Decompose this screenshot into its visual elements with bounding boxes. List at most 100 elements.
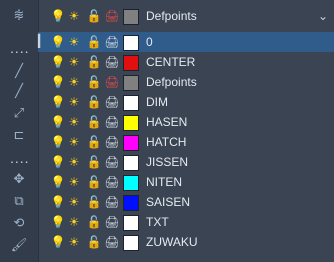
printer-icon[interactable]: 🖨: [104, 114, 120, 130]
color-swatch[interactable]: [123, 215, 139, 231]
sun-icon[interactable]: ☀: [66, 94, 82, 110]
lightbulb-icon[interactable]: 💡: [50, 74, 66, 90]
color-swatch[interactable]: [123, 115, 139, 131]
lock-icon[interactable]: 🔓: [86, 94, 102, 110]
lightbulb-icon[interactable]: 💡: [50, 94, 66, 110]
color-swatch[interactable]: [123, 155, 139, 171]
printer-icon[interactable]: 🖨: [104, 94, 120, 110]
lock-icon[interactable]: 🔓: [86, 134, 102, 150]
printer-icon[interactable]: 🖨: [104, 234, 120, 250]
layer-row[interactable]: 💡 ☀ 🔓 🖨 HASEN: [38, 112, 334, 132]
layer-row[interactable]: 💡 ☀ 🔓 🖨 TXT: [38, 212, 334, 232]
printer-icon[interactable]: 🖨: [104, 54, 120, 70]
lightbulb-icon[interactable]: 💡: [50, 34, 66, 50]
color-swatch[interactable]: [123, 135, 139, 151]
layer-name: HASEN: [146, 115, 188, 129]
printer-icon[interactable]: 🖨: [104, 154, 120, 170]
layer-name: SAISEN: [146, 195, 191, 209]
layer-name: DIM: [146, 95, 168, 109]
lock-icon[interactable]: 🔓: [86, 54, 102, 70]
move-icon[interactable]: ✥: [4, 170, 34, 188]
layer-name: 0: [146, 35, 153, 49]
lightbulb-icon[interactable]: 💡: [50, 114, 66, 130]
layer-row[interactable]: 💡 ☀ 🔓 🖨 ZUWAKU: [38, 232, 334, 252]
paint-icon[interactable]: 🖌: [4, 236, 34, 254]
lock-icon[interactable]: 🔓: [86, 214, 102, 230]
color-swatch[interactable]: [123, 55, 139, 71]
sun-icon[interactable]: ☀: [66, 214, 82, 230]
layer-row[interactable]: 💡 ☀ 🔓 🖨 Defpoints: [38, 72, 334, 92]
no-plot-icon[interactable]: 🖨: [104, 74, 120, 90]
color-swatch[interactable]: [123, 9, 139, 25]
lightbulb-icon[interactable]: 💡: [50, 174, 66, 190]
lock-icon[interactable]: 🔓: [86, 74, 102, 90]
separator: ....: [10, 40, 30, 56]
layer-name: HATCH: [146, 135, 187, 149]
sun-icon[interactable]: ☀: [66, 114, 82, 130]
layer-states-icon[interactable]: ≋: [4, 6, 34, 24]
layer-panel: ⋮ ≋.... ╱ ╱ ⤢ ⊏.... ✥ ⧉ ⟲ 🖌 💡 ☀ 🔓 🖨 Defpoints ⌄ ▎…: [0, 0, 334, 262]
copy-icon[interactable]: ⧉: [4, 192, 34, 210]
layer-dropdown[interactable]: 💡 ☀ 🔓 🖨 Defpoints ⌄: [38, 6, 334, 28]
layer-name: TXT: [146, 215, 169, 229]
lock-icon[interactable]: 🔓: [86, 8, 102, 24]
layer-row[interactable]: 💡 ☀ 🔓 🖨 DIM: [38, 92, 334, 112]
chevron-down-icon[interactable]: ⌄: [318, 9, 328, 23]
printer-icon[interactable]: 🖨: [104, 34, 120, 50]
color-swatch[interactable]: [123, 35, 139, 51]
lock-icon[interactable]: 🔓: [86, 174, 102, 190]
sun-icon[interactable]: ☀: [66, 54, 82, 70]
layer-row[interactable]: ▎ 💡 ☀ 🔓 🖨 0: [38, 32, 334, 52]
lock-icon[interactable]: 🔓: [86, 234, 102, 250]
printer-icon[interactable]: 🖨: [104, 174, 120, 190]
lightbulb-icon[interactable]: 💡: [50, 134, 66, 150]
lightbulb-icon[interactable]: 💡: [50, 154, 66, 170]
lock-icon[interactable]: 🔓: [86, 154, 102, 170]
printer-icon[interactable]: 🖨: [104, 214, 120, 230]
layer-row[interactable]: 💡 ☀ 🔓 🖨 HATCH: [38, 132, 334, 152]
layer-row[interactable]: 💡 ☀ 🔓 🖨 JISSEN: [38, 152, 334, 172]
printer-icon[interactable]: 🖨: [104, 134, 120, 150]
sun-icon[interactable]: ☀: [66, 194, 82, 210]
current-layer-name: Defpoints: [146, 9, 197, 23]
layer-row[interactable]: 💡 ☀ 🔓 🖨 SAISEN: [38, 192, 334, 212]
lightbulb-icon[interactable]: 💡: [50, 234, 66, 250]
layer-name: NITEN: [146, 175, 182, 189]
sun-icon[interactable]: ☀: [66, 134, 82, 150]
layer-row[interactable]: 💡 ☀ 🔓 🖨 CENTER: [38, 52, 334, 72]
layer-name: ZUWAKU: [146, 235, 198, 249]
lightbulb-icon[interactable]: 💡: [50, 194, 66, 210]
lock-icon[interactable]: 🔓: [86, 34, 102, 50]
color-swatch[interactable]: [123, 235, 139, 251]
line-icon[interactable]: ╱: [4, 62, 34, 80]
separator2: ....: [10, 150, 30, 166]
sun-icon[interactable]: ☀: [66, 8, 82, 24]
tool-sidebar: ⋮ ≋.... ╱ ╱ ⤢ ⊏.... ✥ ⧉ ⟲ 🖌: [0, 0, 39, 262]
printer-icon[interactable]: 🖨: [104, 194, 120, 210]
offset-icon[interactable]: ⟲: [4, 214, 34, 232]
line2-icon[interactable]: ╱: [4, 82, 34, 100]
lightbulb-icon[interactable]: 💡: [50, 214, 66, 230]
sun-icon[interactable]: ☀: [66, 154, 82, 170]
dimension-icon[interactable]: ⤢: [4, 104, 34, 122]
color-swatch[interactable]: [123, 95, 139, 111]
layer-row[interactable]: 💡 ☀ 🔓 🖨 NITEN: [38, 172, 334, 192]
polyline-icon[interactable]: ⊏: [4, 126, 34, 144]
color-swatch[interactable]: [123, 175, 139, 191]
layer-name: CENTER: [146, 55, 196, 69]
color-swatch[interactable]: [123, 195, 139, 211]
sun-icon[interactable]: ☀: [66, 234, 82, 250]
sun-icon[interactable]: ☀: [66, 34, 82, 50]
sun-icon[interactable]: ☀: [66, 74, 82, 90]
lightbulb-icon[interactable]: 💡: [50, 54, 66, 70]
layer-list: ▎ 💡 ☀ 🔓 🖨 0 💡 ☀ 🔓 🖨 CENTER 💡 ☀ 🔓 🖨 Defpoints 💡 ☀ 🔓 🖨 DIM 💡 ☀ 🔓 🖨…: [38, 32, 334, 252]
layer-name: Defpoints: [146, 75, 197, 89]
current-layer-marker: ▎: [38, 34, 48, 48]
lock-icon[interactable]: 🔓: [86, 114, 102, 130]
lock-icon[interactable]: 🔓: [86, 194, 102, 210]
no-plot-icon[interactable]: 🖨: [104, 8, 120, 24]
layer-name: JISSEN: [146, 155, 189, 169]
sun-icon[interactable]: ☀: [66, 174, 82, 190]
lightbulb-icon[interactable]: 💡: [50, 8, 66, 24]
color-swatch[interactable]: [123, 75, 139, 91]
